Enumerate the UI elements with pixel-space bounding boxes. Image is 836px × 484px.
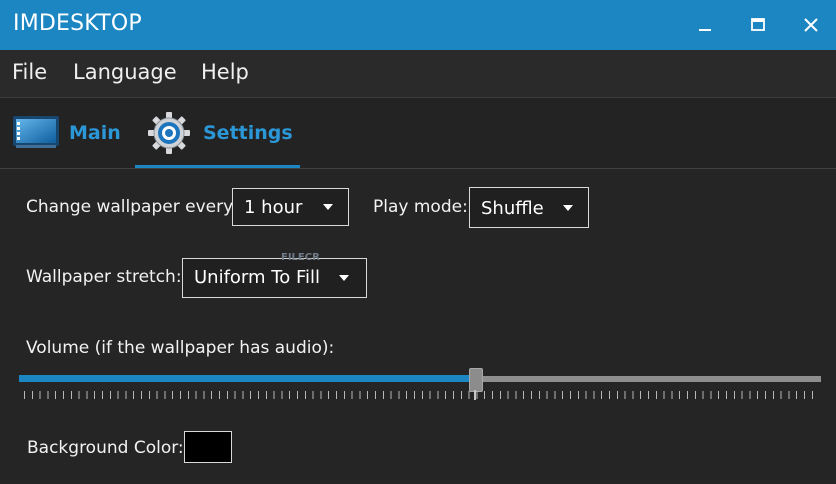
volume-slider-tick-current bbox=[474, 390, 476, 400]
maximize-icon bbox=[751, 18, 765, 31]
app-title: IMDESKTOP bbox=[13, 11, 142, 36]
tab-main-label: Main bbox=[69, 122, 121, 144]
volume-slider-thumb[interactable] bbox=[469, 368, 483, 392]
minimize-button[interactable] bbox=[680, 0, 730, 50]
monitor-icon bbox=[13, 116, 59, 148]
close-icon bbox=[804, 18, 818, 32]
wallpaper-stretch-label: Wallpaper stretch: bbox=[26, 267, 182, 287]
background-color-swatch[interactable] bbox=[184, 431, 232, 463]
gear-icon bbox=[148, 112, 190, 154]
change-wallpaper-select[interactable]: 1 hour bbox=[232, 188, 349, 226]
wallpaper-stretch-select[interactable]: Uniform To Fill FILECR bbox=[182, 252, 367, 298]
play-mode-label: Play mode: bbox=[373, 197, 468, 217]
change-wallpaper-value: 1 hour bbox=[244, 197, 303, 218]
maximize-button[interactable] bbox=[733, 0, 783, 50]
volume-label: Volume (if the wallpaper has audio): bbox=[26, 338, 335, 358]
menu-help[interactable]: Help bbox=[201, 60, 249, 84]
minimize-icon bbox=[699, 29, 711, 31]
chevron-down-icon bbox=[563, 205, 573, 211]
tab-bar: Main Settings bbox=[0, 98, 836, 169]
change-wallpaper-label: Change wallpaper every: bbox=[26, 197, 238, 217]
wallpaper-stretch-value: Uniform To Fill bbox=[194, 267, 320, 288]
watermark-text: FILECR bbox=[281, 252, 320, 263]
chevron-down-icon bbox=[323, 204, 333, 210]
tab-settings[interactable]: Settings bbox=[135, 98, 300, 168]
tab-main[interactable]: Main bbox=[8, 98, 123, 168]
play-mode-select[interactable]: Shuffle bbox=[469, 187, 589, 228]
background-color-label: Background Color: bbox=[27, 438, 184, 458]
volume-slider-track bbox=[476, 376, 821, 382]
chevron-down-icon bbox=[339, 275, 349, 281]
tab-settings-label: Settings bbox=[203, 122, 293, 144]
menu-language[interactable]: Language bbox=[73, 60, 177, 84]
title-bar: IMDESKTOP bbox=[0, 0, 836, 50]
volume-slider-fill bbox=[19, 375, 476, 382]
close-button[interactable] bbox=[786, 0, 836, 50]
play-mode-value: Shuffle bbox=[481, 198, 544, 219]
volume-slider-ticks bbox=[24, 391, 816, 399]
menu-file[interactable]: File bbox=[12, 60, 47, 84]
menu-bar: File Language Help bbox=[0, 50, 836, 98]
